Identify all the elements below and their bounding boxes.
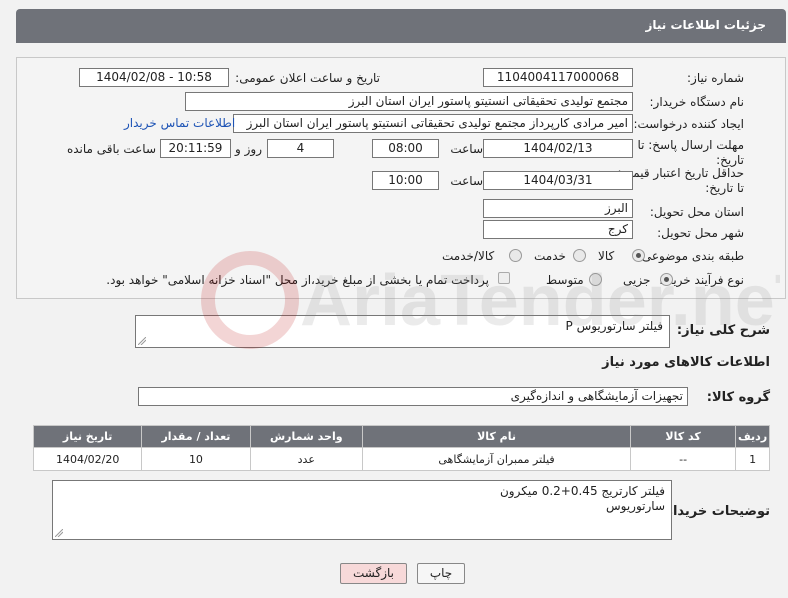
creator-field: امیر مرادی کارپرداز مجتمع تولیدی تحقیقات… [233, 114, 633, 133]
validity-time-label: ساعت [450, 174, 483, 188]
back-button[interactable]: بازگشت [340, 563, 407, 584]
col-name: نام کالا [362, 425, 632, 448]
goods-group-field: تجهیزات آزمایشگاهی و اندازه‌گیری [138, 387, 688, 406]
goods-group-label: گروه کالا: [706, 390, 770, 405]
payment-note: پرداخت تمام یا بخشی از مبلغ خرید،از محل … [106, 273, 489, 287]
deadline-time-field: 08:00 [372, 139, 439, 158]
items-table-header: ردیف کد کالا نام کالا واحد شمارش تعداد /… [32, 425, 770, 448]
need-number-label: شماره نیاز: [687, 71, 744, 85]
cell-date: 1404/02/20 [32, 447, 143, 471]
summary-textarea[interactable]: فیلتر سارتوریوس P [135, 315, 670, 348]
resize-grip-icon [55, 529, 63, 537]
buyer-org-label: نام دستگاه خریدار: [649, 95, 745, 109]
announce-label: تاریخ و ساعت اعلان عمومی: [235, 71, 380, 85]
cell-unit: عدد [249, 447, 364, 471]
deadline-time-label: ساعت [450, 142, 483, 156]
cell-code: -- [630, 447, 737, 471]
cell-qty: 10 [141, 447, 251, 471]
validity-time-field: 10:00 [372, 171, 439, 190]
category-option-service: خدمت [534, 249, 566, 263]
category-option-goods: کالا [598, 249, 615, 263]
buyer-notes-textarea[interactable]: فیلتر کارتریج 0.45+0.2 میکرون سارتوریوس [52, 480, 672, 540]
category-option-goods-service: کالا/خدمت [442, 249, 495, 263]
cell-row: 1 [735, 447, 770, 471]
process-radio-medium[interactable] [589, 273, 602, 286]
validity-date-field: 1404/03/31 [483, 171, 633, 190]
category-radio-goods-service[interactable] [509, 249, 522, 262]
city-field: کرج [483, 220, 633, 239]
province-label: استان محل تحویل: [649, 205, 744, 219]
summary-text: فیلتر سارتوریوس P [565, 319, 663, 333]
deadline-label-date: تاریخ: [716, 153, 744, 167]
validity-label: حداقل تاریخ اعتبار قیمت: [617, 166, 744, 180]
buyer-org-field: مجتمع تولیدی تحقیقاتی انستیتو پاستور ایر… [185, 92, 633, 111]
contact-info-link[interactable]: اطلاعات تماس خریدار [124, 116, 235, 130]
col-code: کد کالا [630, 425, 737, 448]
remaining-time-field: 20:11:59 [160, 139, 231, 158]
cell-name: فیلتر ممبران آزمایشگاهی [362, 447, 632, 471]
col-date: تاریخ نیاز [32, 425, 143, 448]
remaining-days-field: 4 [267, 139, 334, 158]
process-option-medium: متوسط [546, 273, 584, 287]
city-label: شهر محل تحویل: [657, 226, 744, 240]
col-unit: واحد شمارش [249, 425, 364, 448]
treasury-payment-checkbox[interactable] [498, 272, 510, 284]
buyer-notes-label: توضیحات خریدار: [660, 504, 770, 519]
items-section-title: اطلاعات کالاهای مورد نیاز [602, 355, 770, 370]
need-number-field: 1104004117000068 [483, 68, 633, 87]
category-radio-goods[interactable] [632, 249, 645, 262]
remaining-label: ساعت باقی مانده [66, 142, 156, 156]
resize-grip-icon [138, 337, 146, 345]
buyer-notes-line-2: سارتوریوس [605, 499, 665, 513]
buyer-notes-line-1: فیلتر کارتریج 0.45+0.2 میکرون [499, 484, 665, 498]
validity-label-date: تا تاریخ: [705, 181, 744, 195]
deadline-date-field: 1404/02/13 [483, 139, 633, 158]
creator-label: ایجاد کننده درخواست: [633, 117, 744, 131]
province-field: البرز [483, 199, 633, 218]
deadline-label: مهلت ارسال پاسخ: تا [637, 138, 744, 152]
process-radio-minor[interactable] [660, 273, 673, 286]
process-option-minor: جزیی [623, 273, 651, 287]
days-label: روز و [235, 142, 262, 156]
items-table: ردیف کد کالا نام کالا واحد شمارش تعداد /… [32, 425, 770, 471]
category-radio-service[interactable] [573, 249, 586, 262]
category-label: طبقه بندی موضوعی: [637, 249, 744, 263]
col-qty: تعداد / مقدار [141, 425, 251, 448]
summary-label: شرح کلی نیاز: [676, 323, 770, 338]
table-row: 1 -- فیلتر ممبران آزمایشگاهی عدد 10 1404… [32, 447, 770, 471]
announce-field: 1404/02/08 - 10:58 [79, 68, 229, 87]
print-button[interactable]: چاپ [417, 563, 465, 584]
page-header: جزئیات اطلاعات نیاز [16, 9, 786, 43]
page-title: جزئیات اطلاعات نیاز [645, 18, 766, 32]
col-row: ردیف [735, 425, 770, 448]
